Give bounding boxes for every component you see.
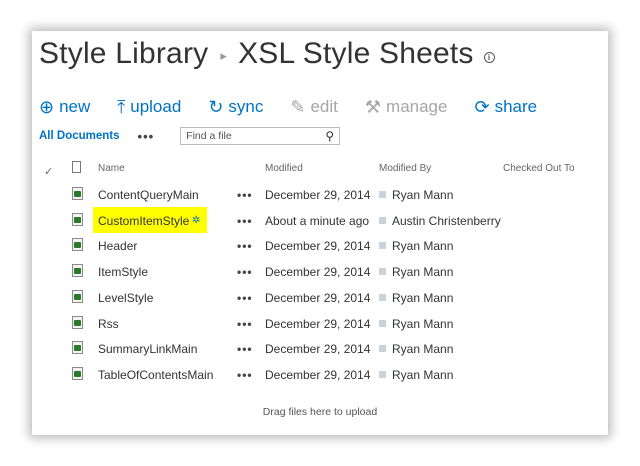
breadcrumb-separator-icon: ▸: [220, 48, 228, 63]
view-more-ellipsis-icon[interactable]: •••: [138, 129, 155, 144]
modified-by-user-link[interactable]: Austin Christenberry: [392, 214, 501, 228]
xsl-file-icon: [72, 315, 83, 329]
share-label: share: [494, 97, 538, 116]
select-all-check-icon[interactable]: ✓: [44, 165, 53, 178]
file-name-link[interactable]: ItemStyle: [98, 265, 148, 279]
item-menu-ellipsis-icon[interactable]: •••: [237, 342, 253, 356]
share-button[interactable]: ⟳ share: [474, 97, 537, 117]
breadcrumb-parent-link[interactable]: Style Library: [39, 37, 208, 71]
file-name-link[interactable]: SummaryLinkMain: [98, 342, 197, 356]
xsl-file-icon: [72, 289, 83, 303]
edit-button[interactable]: ✎ edit: [290, 97, 338, 117]
xsl-file-icon: [72, 187, 83, 200]
modified-by-user-link[interactable]: Ryan Mann: [392, 368, 453, 382]
document-library-panel: Style Library ▸ XSL Style Sheets i ⊕ new…: [32, 31, 608, 435]
modified-by-user-link[interactable]: Ryan Mann: [392, 317, 453, 331]
upload-arrow-icon: ⤒: [117, 97, 126, 117]
find-file-input[interactable]: Find a file ⚲: [180, 127, 341, 145]
xsl-file-icon: [72, 341, 83, 355]
item-menu-ellipsis-icon[interactable]: •••: [237, 214, 253, 228]
modified-date: December 29, 2014: [265, 265, 371, 280]
pencil-icon: ✎: [290, 97, 306, 117]
presence-indicator-icon: [379, 319, 386, 327]
sync-label: sync: [228, 97, 264, 116]
drop-zone-hint: Drag files here to upload: [262, 406, 378, 418]
column-header-row: ✓ Name Modified Modified By Checked Out …: [32, 159, 608, 181]
modified-by-user-link[interactable]: Ryan Mann: [392, 265, 453, 279]
table-row[interactable]: Header ••• December 29, 2014 Ryan Mann: [32, 233, 608, 258]
modified-date: About a minute ago: [265, 213, 370, 228]
presence-indicator-icon: [379, 370, 386, 378]
file-name-link[interactable]: ContentQueryMain: [98, 188, 199, 202]
command-bar: ⊕ new ⤒ upload ↻ sync ✎ edit ⚒ manage ⟳ …: [39, 95, 564, 119]
modified-by-user-link[interactable]: Ryan Mann: [392, 239, 453, 253]
modified-date: December 29, 2014: [265, 239, 371, 254]
search-placeholder: Find a file: [186, 130, 232, 142]
table-row[interactable]: ContentQueryMain ••• December 29, 2014 Ryan…: [32, 182, 608, 207]
presence-indicator-icon: [379, 191, 386, 198]
presence-indicator-icon: [379, 242, 386, 250]
file-name-link[interactable]: Header: [98, 239, 137, 253]
xsl-file-icon: [72, 212, 83, 226]
checked-out-column-header[interactable]: Checked Out To: [503, 163, 575, 174]
sync-icon: ↻: [208, 97, 224, 117]
view-bar: All Documents ••• Find a file ⚲: [39, 126, 341, 146]
edit-label: edit: [310, 97, 338, 116]
share-icon: ⟳: [474, 97, 490, 117]
breadcrumb-current: XSL Style Sheets: [238, 37, 474, 70]
modified-by-column-header[interactable]: Modified By: [379, 163, 431, 174]
table-row[interactable]: ItemStyle ••• December 29, 2014 Ryan Mann: [32, 259, 608, 284]
xsl-file-icon: [72, 264, 83, 278]
file-name-link[interactable]: LevelStyle: [98, 291, 153, 305]
table-row[interactable]: SummaryLinkMain ••• December 29, 2014 Ryan …: [32, 336, 608, 361]
modified-by-user-link[interactable]: Ryan Mann: [392, 188, 453, 202]
file-type-header-icon: [72, 161, 81, 173]
search-icon[interactable]: ⚲: [325, 129, 334, 143]
presence-indicator-icon: [379, 268, 386, 276]
presence-indicator-icon: [379, 216, 386, 224]
item-menu-ellipsis-icon[interactable]: •••: [237, 291, 253, 305]
upload-button[interactable]: ⤒ upload: [117, 97, 181, 117]
modified-by-user-link[interactable]: Ryan Mann: [392, 342, 453, 356]
table-row[interactable]: Rss ••• December 29, 2014 Ryan Mann: [32, 311, 608, 336]
new-button[interactable]: ⊕ new: [39, 97, 90, 117]
modified-date: December 29, 2014: [265, 316, 371, 331]
xsl-file-icon: [72, 238, 83, 252]
manage-button[interactable]: ⚒ manage: [365, 97, 448, 117]
wrench-icon: ⚒: [364, 97, 382, 117]
file-name-link[interactable]: TableOfContentsMain: [98, 368, 213, 382]
plus-circle-icon: ⊕: [39, 97, 55, 117]
modified-column-header[interactable]: Modified: [265, 163, 303, 174]
file-name-link[interactable]: CustomItemStyle: [98, 214, 189, 228]
upload-label: upload: [130, 97, 182, 116]
table-row[interactable]: CustomItemStyle ✲ ••• About a minute ago Aus…: [32, 206, 608, 233]
xsl-file-icon: [72, 366, 83, 380]
item-menu-ellipsis-icon[interactable]: •••: [237, 317, 253, 331]
new-label: new: [59, 97, 91, 116]
presence-indicator-icon: [379, 345, 386, 353]
manage-label: manage: [386, 97, 448, 116]
name-column-header[interactable]: Name: [98, 163, 125, 174]
modified-date: December 29, 2014: [265, 367, 371, 382]
item-menu-ellipsis-icon[interactable]: •••: [237, 188, 253, 202]
item-menu-ellipsis-icon[interactable]: •••: [237, 265, 253, 279]
item-menu-ellipsis-icon[interactable]: •••: [237, 239, 253, 253]
table-row[interactable]: LevelStyle ••• December 29, 2014 Ryan Mann: [32, 285, 608, 310]
view-all-documents-link[interactable]: All Documents: [39, 130, 120, 142]
presence-indicator-icon: [379, 293, 386, 301]
modified-date: December 29, 2014: [265, 342, 371, 357]
new-item-icon: ✲: [192, 214, 201, 226]
info-icon[interactable]: i: [483, 51, 495, 63]
modified-by-user-link[interactable]: Ryan Mann: [392, 291, 453, 305]
modified-date: December 29, 2014: [265, 290, 371, 305]
file-name-link[interactable]: Rss: [98, 317, 119, 331]
modified-date: December 29, 2014: [265, 188, 371, 202]
item-menu-ellipsis-icon[interactable]: •••: [237, 368, 253, 382]
table-row[interactable]: TableOfContentsMain ••• December 29, 2014 R…: [32, 362, 608, 387]
page-title: Style Library ▸ XSL Style Sheets i: [39, 34, 495, 74]
sync-button[interactable]: ↻ sync: [208, 97, 263, 117]
